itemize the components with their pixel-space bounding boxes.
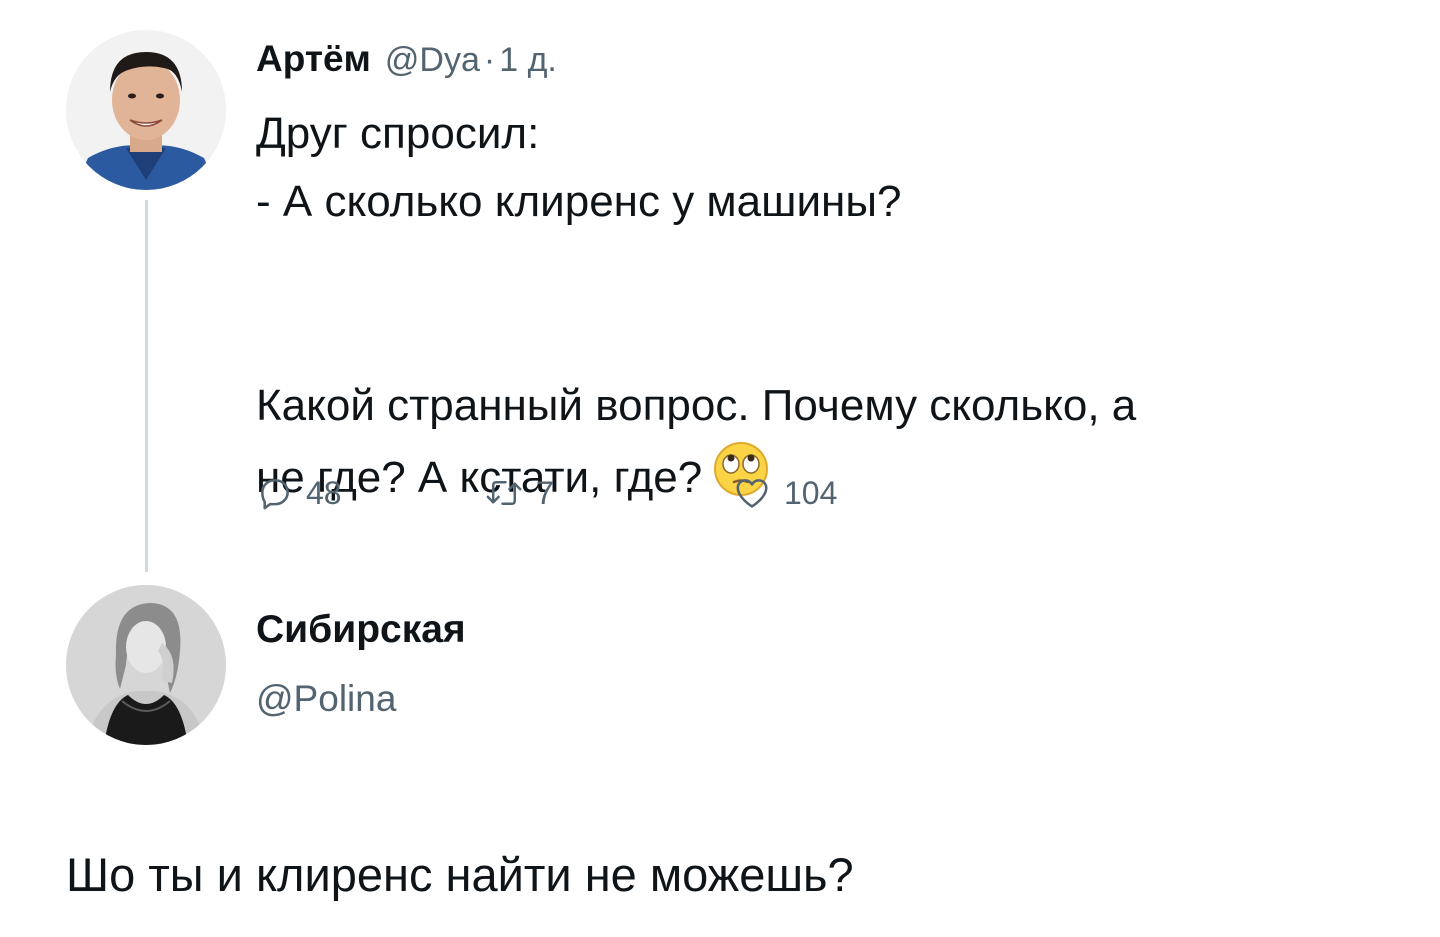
- tweet-actions-bar: 48 7 104: [256, 468, 956, 518]
- avatar-woman-image: [66, 585, 226, 745]
- tweet-header: Артём @Dya · 1 д.: [256, 38, 557, 88]
- tweet-body-line: - А сколько клиренс у машины?: [256, 177, 902, 226]
- author-avatar-artem[interactable]: [66, 30, 226, 190]
- author-avatar-polina[interactable]: [66, 585, 226, 745]
- reply-count: 48: [306, 474, 342, 511]
- retweet-button[interactable]: 7: [484, 468, 554, 518]
- retweet-icon: [484, 474, 524, 512]
- author-handle[interactable]: @Dya: [385, 41, 480, 80]
- reply-icon: [256, 474, 294, 512]
- reply-body: Шо ты и клиренс найти не можешь?: [66, 848, 854, 901]
- thread-connector-line: [145, 200, 148, 572]
- tweet-body: Друг спросил: - А сколько клиренс у маши…: [256, 100, 1376, 518]
- heart-icon: [732, 474, 772, 512]
- reply-button[interactable]: 48: [256, 468, 342, 518]
- tweet-timestamp[interactable]: 1 д.: [499, 41, 557, 80]
- reply-author-name[interactable]: Сибирская: [256, 608, 466, 652]
- reply-author-handle[interactable]: @Polina: [256, 678, 396, 720]
- avatar-man-image: [66, 30, 226, 190]
- tweet-thread: Артём @Dya · 1 д. Друг спросил: - А скол…: [0, 0, 1440, 937]
- retweet-count: 7: [536, 474, 554, 511]
- author-name[interactable]: Артём: [256, 38, 371, 80]
- meta-separator: ·: [483, 41, 496, 79]
- paragraph-break: [256, 236, 1376, 372]
- tweet-body-line: Друг спросил:: [256, 109, 540, 158]
- tweet-body-line: Какой странный вопрос. Почему сколько, а: [256, 381, 1137, 430]
- like-button[interactable]: 104: [732, 468, 837, 518]
- like-count: 104: [784, 474, 838, 511]
